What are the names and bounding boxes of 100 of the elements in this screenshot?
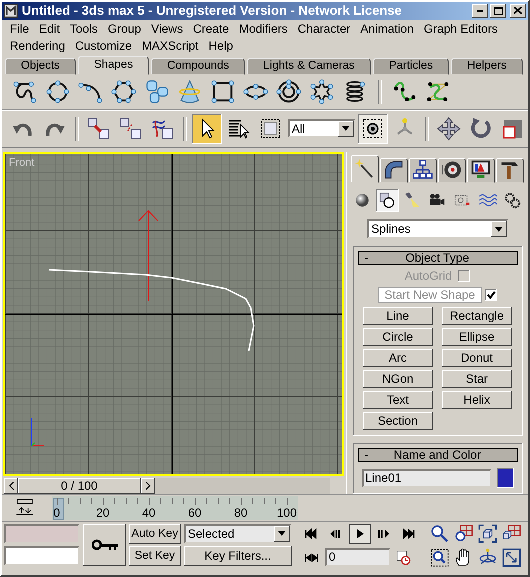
frame-scroll-box[interactable]: 0 / 100 xyxy=(18,478,141,494)
check-mark xyxy=(486,290,496,299)
shapes-icon xyxy=(378,190,397,210)
menu-item[interactable]: Animation xyxy=(356,22,419,36)
zoom-icon[interactable] xyxy=(430,524,450,544)
menu-item[interactable]: Graph Editors xyxy=(418,22,504,36)
circle-icon[interactable] xyxy=(45,78,71,105)
maximize-viewport-icon[interactable] xyxy=(502,548,522,568)
checkbox[interactable] xyxy=(485,288,497,301)
track-bar-thumb[interactable] xyxy=(53,498,64,520)
set-key-text-button[interactable]: Set Key xyxy=(129,546,181,566)
rollout-header[interactable]: - Name and Color xyxy=(358,448,518,462)
star-icon[interactable] xyxy=(309,78,335,105)
autogrid-label: AutoGrid xyxy=(404,268,452,283)
color-swatch[interactable] xyxy=(496,468,514,488)
collapse-toggle[interactable]: - xyxy=(358,448,374,462)
menu-item[interactable]: MAXScript xyxy=(137,39,204,54)
region-zoom-icon[interactable] xyxy=(430,548,450,568)
frame-label: 20 xyxy=(96,506,110,520)
frame-label: 80 xyxy=(234,506,248,520)
panel-tab[interactable] xyxy=(438,158,466,183)
track-bar-toggle-icon[interactable] xyxy=(14,498,34,518)
shape-button[interactable]: Section xyxy=(363,412,433,430)
dropdown-arrow-icon xyxy=(494,226,502,232)
shape-button[interactable]: Ellipse xyxy=(442,328,512,346)
tab[interactable]: Shapes xyxy=(78,56,150,76)
shape-button[interactable]: Helix xyxy=(442,391,512,410)
rollout-title: Object Type xyxy=(404,251,470,266)
menu-item[interactable]: Help xyxy=(204,39,238,54)
auto-key-button[interactable]: Auto Key xyxy=(129,524,181,544)
category-button[interactable] xyxy=(376,188,399,212)
menu-item[interactable]: Create xyxy=(188,22,234,36)
chevron-right-icon xyxy=(146,482,150,490)
menu-item[interactable]: Modifiers xyxy=(234,22,293,36)
monitor-icon xyxy=(470,159,492,182)
menu-item[interactable]: Edit xyxy=(34,22,66,36)
zoom-all-icon[interactable] xyxy=(454,524,474,544)
shape-button[interactable]: Line xyxy=(363,307,433,326)
name-field[interactable]: Line01 xyxy=(362,468,492,488)
collapse-toggle[interactable]: - xyxy=(358,251,374,266)
menu-item[interactable]: Views xyxy=(146,22,188,36)
minimize-button[interactable] xyxy=(472,4,488,18)
key-filters-button[interactable]: Key Filters... xyxy=(184,546,292,566)
panel-tab[interactable] xyxy=(351,154,379,183)
dropdown-arrow-icon xyxy=(278,531,286,536)
frame-scroll-bar[interactable]: 0 / 100 xyxy=(4,478,330,496)
category-dropdown[interactable]: Splines xyxy=(366,219,508,240)
menu-item[interactable]: Group xyxy=(103,22,146,36)
tab[interactable]: Helpers xyxy=(451,58,524,76)
key-mode-dropdown[interactable]: Selected xyxy=(184,524,292,544)
tab[interactable]: Objects xyxy=(5,58,76,76)
frame-field[interactable]: 0 xyxy=(325,548,391,568)
panel-tab[interactable] xyxy=(467,158,495,183)
tab[interactable]: Particles xyxy=(373,58,450,76)
hexagon-icon[interactable] xyxy=(111,78,137,105)
shape-button[interactable]: Rectangle xyxy=(442,307,512,326)
window-crossing-icon xyxy=(361,116,385,141)
zoom-extents-icon[interactable] xyxy=(478,524,498,544)
maximize-icon xyxy=(494,6,502,15)
cone-icon[interactable] xyxy=(177,78,203,105)
clock-icon xyxy=(396,550,412,566)
close-button[interactable] xyxy=(510,4,526,18)
shape-button[interactable]: Text xyxy=(363,391,433,410)
select-button[interactable] xyxy=(192,114,222,144)
lamp-icon xyxy=(403,190,422,210)
tab[interactable]: Compounds xyxy=(151,58,246,76)
panel-tab[interactable] xyxy=(496,158,524,183)
playback-button[interactable] xyxy=(349,524,371,544)
menu-item[interactable]: Character xyxy=(292,22,356,36)
menu-item[interactable]: Tools xyxy=(65,22,104,36)
rollout-header[interactable]: - Object Type xyxy=(358,251,518,266)
window-crossing-button[interactable] xyxy=(358,114,388,144)
shape-button[interactable]: Star xyxy=(442,370,512,388)
move-icon xyxy=(437,116,461,141)
next-button[interactable] xyxy=(141,478,155,494)
maximize-button[interactable] xyxy=(490,4,506,18)
donut-icon[interactable] xyxy=(276,78,302,105)
close-icon xyxy=(514,7,522,14)
shape-button[interactable]: Circle xyxy=(363,328,433,346)
shape-button[interactable]: Donut xyxy=(442,349,512,368)
panel-tab[interactable] xyxy=(409,158,437,183)
tab[interactable]: Lights & Cameras xyxy=(247,58,371,76)
rotate-icon xyxy=(469,116,493,141)
selection-filter-dropdown[interactable]: All xyxy=(288,119,356,138)
menu-item[interactable]: Customize xyxy=(70,39,138,54)
track-bar[interactable]: 0 20 40 60 80 100 xyxy=(52,496,298,520)
menu-item[interactable]: Rendering xyxy=(5,39,70,54)
frame-label: 100 xyxy=(276,506,298,520)
shape-button[interactable]: Arc xyxy=(363,349,433,368)
frame-label: 0 xyxy=(54,506,60,520)
rectangle-icon[interactable] xyxy=(210,78,236,105)
set-key-button[interactable] xyxy=(83,524,126,566)
key-icon xyxy=(92,538,118,552)
selection-region-icon xyxy=(259,116,283,141)
chevron-left-icon xyxy=(8,482,14,490)
previous-button[interactable] xyxy=(4,478,18,494)
shape-button[interactable]: NGon xyxy=(363,370,433,388)
menu-item[interactable]: File xyxy=(5,22,34,36)
panel-tab[interactable] xyxy=(380,158,408,183)
gears-icon xyxy=(503,190,522,210)
